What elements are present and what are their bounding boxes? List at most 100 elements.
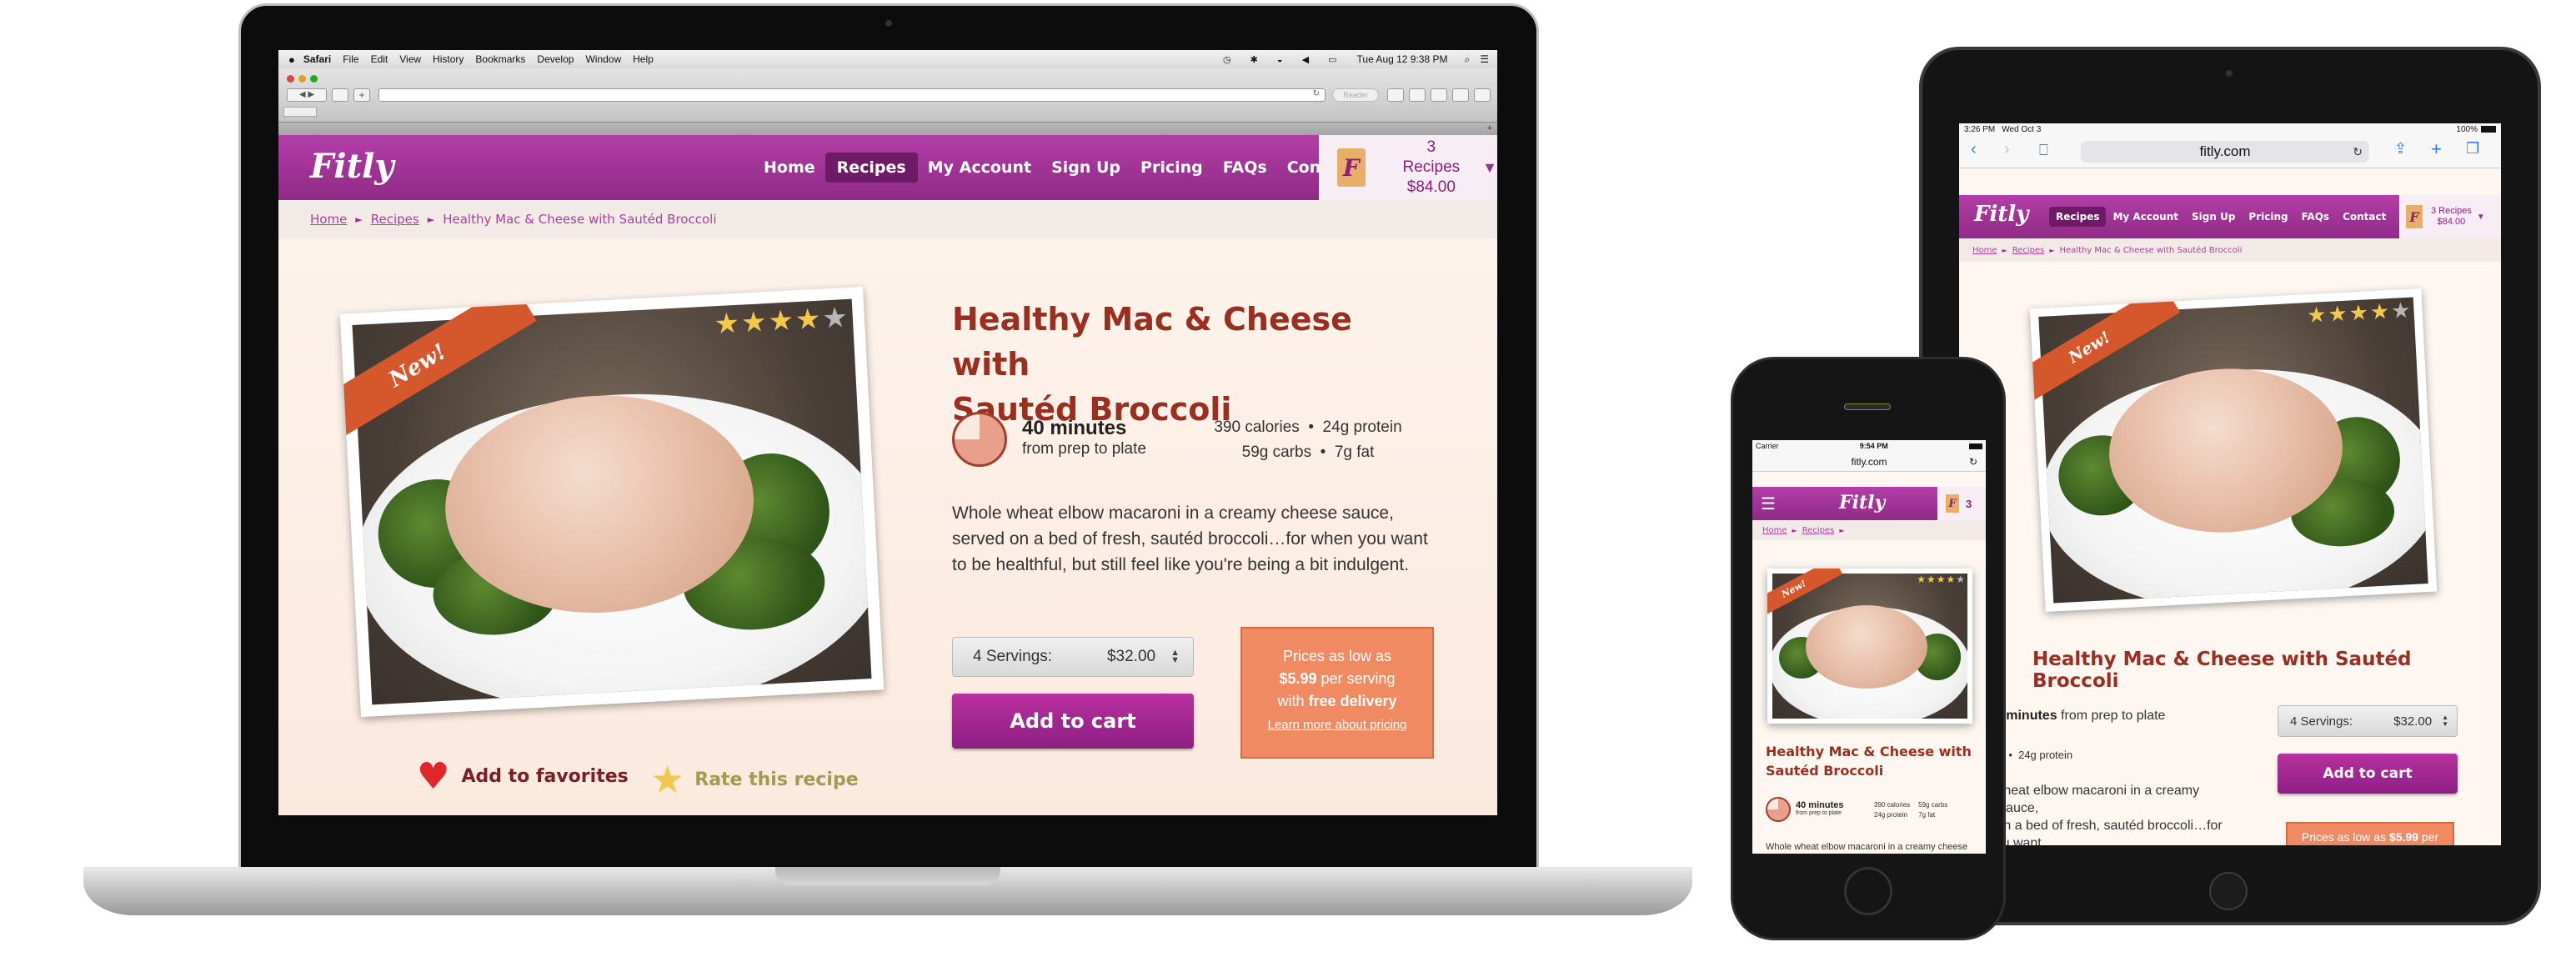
- heart-icon: ♥: [417, 755, 450, 798]
- min-dot[interactable]: [298, 75, 306, 83]
- iphone-screen: Carrier 9:54 PM fitly.com ↻ ☰ Fitly F 3 …: [1752, 440, 1986, 854]
- breadcrumb-recipes[interactable]: Recipes: [371, 212, 419, 227]
- breadcrumb: Home ► Recipes ► Healthy Mac & Cheese with…: [1959, 238, 2501, 262]
- recipe-title: Healthy Mac & Cheese with Sautéd Broccol…: [952, 301, 1352, 428]
- laptop-notch: [775, 867, 1000, 885]
- add-to-cart-button[interactable]: Add to cart: [952, 694, 1194, 749]
- breadcrumb: Home ► Recipes ► Healthy Mac & Cheese wi…: [278, 200, 1497, 238]
- iphone-speaker: [1844, 403, 1891, 410]
- reader-button[interactable]: Reader: [1332, 88, 1379, 102]
- back-forward-buttons[interactable]: ◀ ▶: [287, 88, 327, 102]
- cart-total: $84.00: [1406, 178, 1456, 196]
- laptop-camera: [885, 20, 892, 27]
- site-logo[interactable]: Fitly: [1839, 492, 1885, 514]
- nav-contact[interactable]: Contact: [2336, 207, 2393, 227]
- menu-view[interactable]: View: [399, 53, 421, 65]
- clock-icon: [1766, 797, 1791, 822]
- menu-file[interactable]: File: [343, 53, 358, 65]
- status-icons: ◷ ✱ ◒ ◀ ▭: [1222, 54, 1346, 65]
- menu-help[interactable]: Help: [633, 53, 654, 65]
- recipe-photo-frame: New! ★★★★★: [2029, 288, 2438, 613]
- pricing-link[interactable]: Learn more about pricing: [1268, 718, 1407, 732]
- nav-pricing[interactable]: Pricing: [1130, 153, 1213, 183]
- breadcrumb-current: Healthy Mac & Cheese with Sautéd Broccol…: [443, 212, 717, 227]
- cart-recipes-count: 3 Recipes: [1402, 138, 1461, 176]
- add-bookmark-button[interactable]: +: [353, 88, 370, 102]
- ipad-address-bar[interactable]: fitly.com ↻: [2081, 141, 2369, 163]
- servings-select[interactable]: 4 Servings: $32.00 ▲ ▼: [2278, 705, 2458, 737]
- toolbar-icons[interactable]: [1387, 88, 1491, 102]
- stepper-icon: ▲ ▼: [1170, 648, 1180, 665]
- nav-faqs[interactable]: FAQs: [1213, 153, 1277, 183]
- cart-summary[interactable]: F 3: [1937, 487, 1986, 520]
- cart-bag-icon: F: [1337, 148, 1366, 187]
- nav-recipes[interactable]: Recipes: [824, 153, 918, 183]
- site-logo[interactable]: Fitly: [1974, 202, 2028, 227]
- iphone-navbar: ☰ Fitly F 3: [1752, 487, 1986, 520]
- hamburger-icon[interactable]: ☰: [1761, 494, 1776, 514]
- rating-stars: ★★★★★: [2306, 297, 2413, 328]
- site-logo[interactable]: Fitly: [310, 147, 394, 186]
- menu-safari[interactable]: Safari: [303, 53, 331, 65]
- menu-window[interactable]: Window: [585, 53, 621, 65]
- laptop-screen: ● Safari File Edit View History Bookmark…: [278, 50, 1497, 815]
- ipad-statusbar: 3:26 PM Wed Oct 3 100%: [1959, 123, 2501, 135]
- back-icon[interactable]: ‹: [1971, 140, 1977, 159]
- rate-recipe[interactable]: ★ Rate this recipe: [650, 757, 859, 802]
- chevron-down-icon[interactable]: ▼: [1482, 159, 1497, 177]
- breadcrumb-sep: ►: [427, 213, 435, 225]
- nav-faqs[interactable]: FAQs: [2295, 207, 2336, 227]
- forward-icon[interactable]: ›: [2004, 140, 2010, 159]
- ipad-navbar: Fitly Recipes My Account Sign Up Pricing…: [1959, 195, 2501, 238]
- menu-edit[interactable]: Edit: [371, 53, 388, 65]
- nav-my-account[interactable]: My Account: [2106, 207, 2185, 227]
- bookmarks-icon[interactable]: ⎕: [2039, 142, 2048, 159]
- address-bar[interactable]: ↻: [378, 88, 1326, 102]
- nutrition-info: 390 calories 59g carbs 24g protein 7g fat: [1874, 801, 1948, 819]
- breadcrumb: Home ► Recipes ►: [1752, 520, 1986, 540]
- tabs-icon[interactable]: ❐: [2466, 140, 2479, 158]
- max-dot[interactable]: [310, 75, 318, 83]
- battery-icon: [2481, 126, 2496, 133]
- breadcrumb-home[interactable]: Home: [310, 212, 347, 227]
- nav-sign-up[interactable]: Sign Up: [1041, 153, 1130, 183]
- new-tab-icon[interactable]: +: [2431, 138, 2442, 160]
- close-dot[interactable]: [287, 75, 294, 83]
- share-icon[interactable]: ⇪: [2394, 140, 2407, 158]
- safari-toolbar: ◀ ▶ + ↻ Reader +: [278, 68, 1497, 135]
- ipad-toolbar: ‹ › ⎕ fitly.com ↻ ⇪ + ❐: [1959, 135, 2501, 168]
- recipe-title: Healthy Mac & Cheese with Sautéd Broccol…: [2032, 649, 2412, 692]
- chevron-down-icon[interactable]: ▼: [2477, 213, 2485, 222]
- menu-bookmarks[interactable]: Bookmarks: [475, 53, 525, 65]
- site-navbar: Fitly Home Recipes My Account Sign Up Pr…: [278, 135, 1497, 200]
- list-icon[interactable]: ☰: [1480, 53, 1489, 65]
- nav-pricing[interactable]: Pricing: [2242, 207, 2294, 227]
- menu-develop[interactable]: Develop: [537, 53, 574, 65]
- nav-sign-up[interactable]: Sign Up: [2185, 207, 2242, 227]
- nutrition-info: 390 calories • 24g protein 59g carbs • 7…: [1214, 418, 1402, 461]
- servings-select[interactable]: 4 Servings: $32.00 ▲ ▼: [952, 637, 1194, 677]
- apple-icon[interactable]: ●: [288, 53, 295, 66]
- reload-icon[interactable]: ↻: [1969, 452, 1977, 472]
- cart-summary[interactable]: F 3 Recipes $84.00 ▼: [1319, 135, 1497, 200]
- nav-my-account[interactable]: My Account: [918, 153, 1041, 183]
- reload-icon[interactable]: ↻: [2353, 141, 2363, 163]
- recipe-description: Whole wheat elbow macaroni in a creamy c…: [1766, 842, 1968, 854]
- new-tab-button[interactable]: +: [1487, 123, 1492, 133]
- nav-home[interactable]: Home: [754, 153, 825, 183]
- home-button[interactable]: [332, 88, 348, 102]
- pricing-promo: Prices as low as $5.99 per serving: [2286, 822, 2454, 845]
- refresh-icon[interactable]: ↻: [1313, 89, 1320, 98]
- add-to-favorites[interactable]: ♥ Add to favorites: [417, 755, 629, 798]
- add-to-cart-button[interactable]: Add to cart: [2278, 754, 2458, 794]
- ipad-camera: [2226, 70, 2233, 77]
- cart-summary[interactable]: F 3 Recipes $84.00 ▼: [2399, 195, 2501, 238]
- recipe-photo-frame: New! ★★★★★: [339, 286, 885, 718]
- menu-history[interactable]: History: [433, 53, 464, 65]
- iphone-address-bar[interactable]: fitly.com ↻: [1752, 452, 1986, 472]
- nav-recipes[interactable]: Recipes: [2049, 207, 2107, 227]
- spotlight-icon[interactable]: ⌕: [1465, 53, 1471, 66]
- nav-menu: Home Recipes My Account Sign Up Pricing …: [754, 152, 1366, 183]
- prep-time: 40 minutes from prep to plate: [1796, 800, 1844, 816]
- tab-bar: +: [278, 122, 1497, 135]
